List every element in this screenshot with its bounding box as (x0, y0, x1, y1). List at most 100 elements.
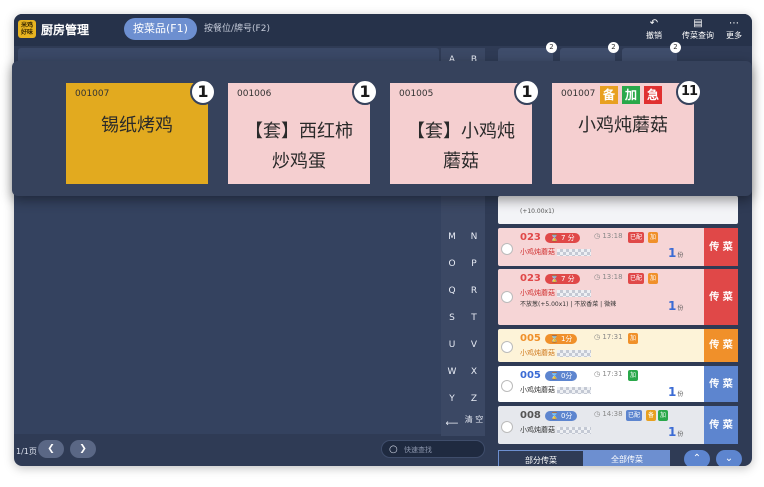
order-card[interactable]: 008 ⌛ 0分 ◷ 14:38 已配 备 加 小鸡炖蘑菇 1份 传 菜 (498, 406, 738, 444)
dish-tile[interactable]: 001006 【套】西红柿炒鸡蛋 1 (228, 79, 378, 184)
key-p[interactable]: P (463, 252, 485, 276)
key-q[interactable]: Q (441, 279, 463, 303)
status-tag: 已配 (628, 273, 645, 284)
undo-button[interactable]: ↶ 撤销 (634, 16, 674, 44)
next-page-button[interactable]: ❯ (70, 440, 96, 458)
dish-tile[interactable]: 001007 锡纸烤鸡 1 (66, 79, 216, 184)
status-tag: 加 (628, 370, 639, 381)
dish-tile[interactable]: 001005 【套】小鸡炖蘑菇 1 (390, 79, 540, 184)
qty-value: 1 (668, 425, 677, 439)
order-select-radio[interactable] (501, 341, 513, 353)
order-number: 008 (520, 410, 541, 421)
partial-dispatch-button[interactable]: 部分传菜 (498, 450, 584, 466)
clock-icon: ◷ (594, 410, 601, 418)
qty-unit: 份 (677, 252, 684, 259)
masked-text (557, 289, 591, 297)
more-icon: ⋯ (729, 18, 739, 29)
order-card-previous[interactable]: (+10.00x1) (498, 196, 738, 224)
elapsed-time: ⌛ 7 分 (545, 233, 580, 243)
page-indicator: 1/1页 (16, 447, 37, 456)
key-x[interactable]: X (463, 360, 485, 384)
scroll-up-button[interactable]: ⌃ (684, 450, 710, 466)
dish-summary-popup: 001007 锡纸烤鸡 1 001006 【套】西红柿炒鸡蛋 1 001005 … (12, 61, 752, 196)
scroll-down-button[interactable]: ⌄ (716, 450, 742, 466)
send-dish-button[interactable]: 传 菜 (704, 228, 738, 266)
dish-label: 小鸡炖蘑菇 (520, 426, 555, 434)
key-w[interactable]: W (441, 360, 463, 384)
dish-code: 001006 (237, 89, 272, 99)
dish-code: 001007 (561, 89, 596, 99)
order-body: 023 ⌛ 7 分 ◷ 13:18 已配 加 小鸡炖蘑菇 不放葱(+5.00x1… (498, 269, 704, 325)
status-tag: 已配 (628, 232, 645, 243)
tab-by-dish[interactable]: 按菜品(F1) (124, 18, 197, 40)
elapsed-value: 0分 (560, 412, 573, 420)
dish-name: 小鸡炖蘑菇 (520, 385, 591, 395)
status-tag: 加 (628, 333, 639, 344)
order-select-radio[interactable] (501, 243, 513, 255)
order-card[interactable]: 005 ⌛ 1分 ◷ 17:31 加 小鸡炖蘑菇 传 菜 (498, 329, 738, 362)
hourglass-icon: ⌛ (550, 335, 559, 343)
clear-key[interactable]: 清 空 (463, 412, 485, 436)
order-body: 005 ⌛ 1分 ◷ 17:31 加 小鸡炖蘑菇 (498, 329, 704, 362)
key-r[interactable]: R (463, 279, 485, 303)
order-card[interactable]: 005 ⌛ 0分 ◷ 17:31 加 小鸡炖蘑菇 1份 传 菜 (498, 366, 738, 402)
order-card[interactable]: 023 ⌛ 7 分 ◷ 13:18 已配 加 小鸡炖蘑菇 不放葱(+5.00x1… (498, 269, 738, 325)
key-y[interactable]: Y (441, 387, 463, 411)
dish-tile[interactable]: 001007 备 加 急 小鸡炖蘑菇 11 (552, 79, 702, 184)
dish-name: 小鸡炖蘑菇 (520, 247, 591, 257)
key-t[interactable]: T (463, 306, 485, 330)
dish-tile-name: 小鸡炖蘑菇 (578, 115, 668, 136)
elapsed-value: 7 分 (560, 234, 575, 242)
order-quantity: 1份 (668, 246, 683, 260)
send-dish-button[interactable]: 传 菜 (704, 269, 738, 325)
key-m[interactable]: M (441, 225, 463, 249)
send-dish-button[interactable]: 传 菜 (704, 329, 738, 362)
tab-by-table[interactable]: 按餐位/牌号(F2) (204, 18, 270, 40)
quick-search-input[interactable]: ○ 快速查找 (381, 440, 485, 458)
dish-name: 小鸡炖蘑菇 (520, 425, 591, 435)
hourglass-icon: ⌛ (550, 412, 559, 420)
clock-value: 17:31 (602, 333, 623, 341)
key-v[interactable]: V (463, 333, 485, 357)
send-dish-button[interactable]: 传 菜 (704, 366, 738, 402)
chip-badge: 2 (670, 42, 681, 53)
chevron-down-icon: ⌄ (724, 453, 734, 464)
hourglass-icon: ⌛ (550, 275, 559, 283)
order-note: (+10.00x1) (520, 208, 555, 215)
all-dispatch-button[interactable]: 全部传菜 (584, 450, 670, 466)
clock-icon: ◷ (594, 370, 601, 378)
qty-unit: 份 (677, 305, 684, 312)
dish-label: 小鸡炖蘑菇 (520, 248, 555, 256)
dish-tile-name: 锡纸烤鸡 (101, 115, 173, 136)
send-dish-button[interactable]: 传 菜 (704, 406, 738, 444)
order-select-radio[interactable] (501, 291, 513, 303)
count-badge: 1 (514, 79, 540, 105)
key-z[interactable]: Z (463, 387, 485, 411)
count-badge: 1 (352, 79, 378, 105)
more-button[interactable]: ⋯ 更多 (718, 16, 750, 44)
hourglass-icon: ⌛ (550, 234, 559, 242)
backspace-key[interactable]: ⟵ (441, 412, 463, 436)
order-card[interactable]: 023 ⌛ 7 分 ◷ 13:18 已配 加 小鸡炖蘑菇 1份 传 菜 (498, 228, 738, 266)
key-n[interactable]: N (463, 225, 485, 249)
dish-tile-name: 【套】西红柿炒鸡蛋 (245, 121, 353, 172)
order-number: 023 (520, 273, 541, 284)
undo-icon: ↶ (649, 18, 659, 29)
order-clock: ◷ 14:38 (594, 410, 623, 418)
order-clock: ◷ 13:18 (594, 273, 623, 281)
order-body: 008 ⌛ 0分 ◷ 14:38 已配 备 加 小鸡炖蘑菇 1份 (498, 406, 704, 444)
prev-page-button[interactable]: ❮ (38, 440, 64, 458)
order-body: 023 ⌛ 7 分 ◷ 13:18 已配 加 小鸡炖蘑菇 1份 (498, 228, 704, 266)
order-select-radio[interactable] (501, 380, 513, 392)
key-o[interactable]: O (441, 252, 463, 276)
qty-unit: 份 (677, 391, 684, 398)
order-clock: ◷ 17:31 (594, 333, 623, 341)
add-flag: 加 (622, 86, 640, 104)
key-u[interactable]: U (441, 333, 463, 357)
status-tag: 备 (646, 410, 657, 421)
dispatch-query-button[interactable]: ▤ 传菜查询 (678, 16, 718, 44)
key-s[interactable]: S (441, 306, 463, 330)
order-select-radio[interactable] (501, 421, 513, 433)
masked-text (557, 386, 591, 394)
hourglass-icon: ⌛ (550, 372, 559, 380)
